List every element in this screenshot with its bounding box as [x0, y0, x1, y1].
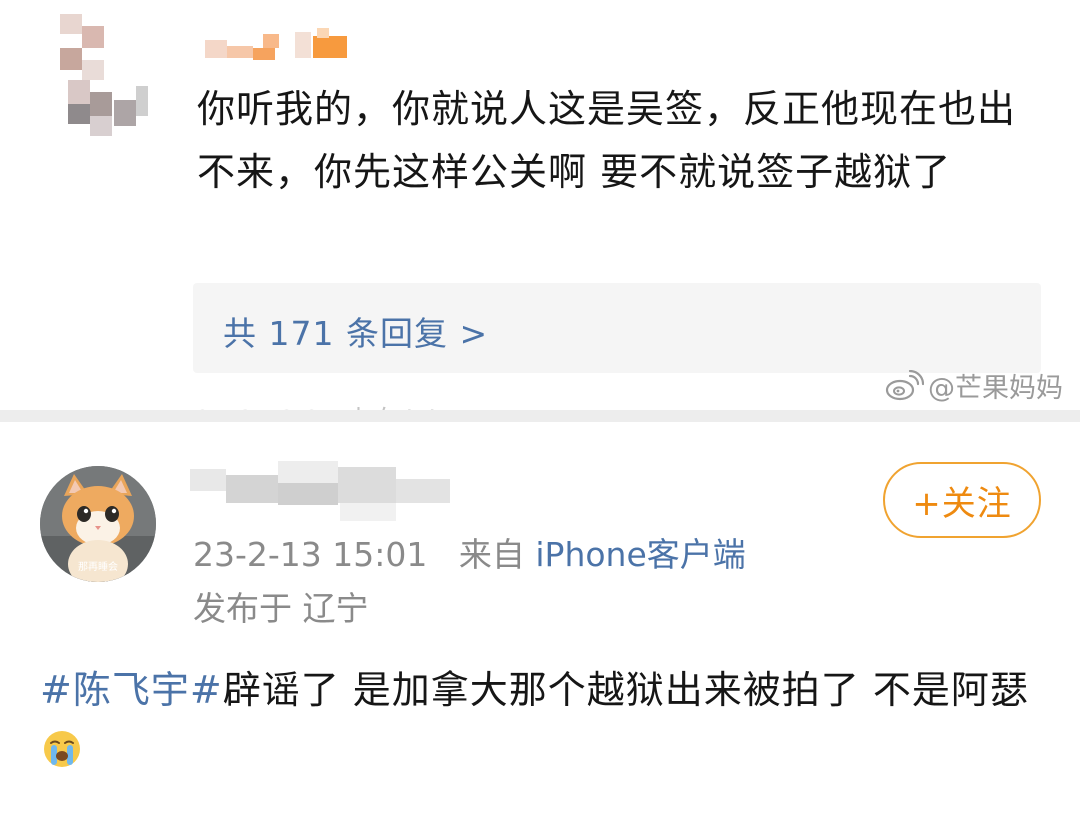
weibo-logo-icon	[885, 369, 924, 400]
avatar[interactable]: 那再睡会	[40, 466, 156, 582]
post-body: #陈飞宇#辟谣了 是加拿大那个越狱出来被拍了 不是阿瑟	[40, 660, 1040, 780]
comment-text: 你听我的，你就说人这是吴签，反正他现在也出不来，你先这样公关啊 要不就说签子越狱…	[197, 87, 1017, 194]
post-meta: 23-2-13 15:01 来自 iPhone客户端	[193, 528, 746, 576]
follow-button[interactable]: +关注	[883, 462, 1041, 538]
source-prefix: 来自	[458, 535, 525, 574]
avatar-caption: 那再睡会	[78, 560, 118, 573]
hashtag-link[interactable]: #陈飞宇#	[40, 668, 223, 712]
comment-username-censored[interactable]	[205, 28, 350, 60]
post-text: 辟谣了 是加拿大那个越狱出来被拍了 不是阿瑟	[222, 668, 1029, 712]
post-username-censored[interactable]	[190, 455, 460, 530]
post-timestamp: 23-2-13 15:01	[193, 535, 428, 574]
view-replies-link[interactable]: 共 171 条回复 >	[223, 307, 488, 355]
top-comment-panel: 你听我的，你就说人这是吴签，反正他现在也出不来，你先这样公关啊 要不就说签子越狱…	[0, 0, 1080, 410]
replies-box[interactable]: 共 171 条回复 >	[193, 283, 1041, 373]
crying-emoji-icon	[44, 731, 80, 767]
comment-date-cropped: 2-13 13:21 来自 iPhone	[195, 400, 494, 410]
weibo-watermark: @芒果妈妈	[884, 366, 1063, 405]
watermark-text: @芒果妈妈	[928, 373, 1063, 404]
post-location: 发布于 辽宁	[193, 589, 369, 628]
post-panel: 那再睡会 +关注 23-2-13 15:01 来自 iPhone客户端 发布于 …	[0, 422, 1080, 836]
post-source-link[interactable]: iPhone客户端	[535, 535, 745, 574]
section-divider	[0, 410, 1080, 422]
cat-avatar-image: 那再睡会	[40, 466, 156, 582]
comment-avatar-censored[interactable]	[40, 14, 160, 139]
